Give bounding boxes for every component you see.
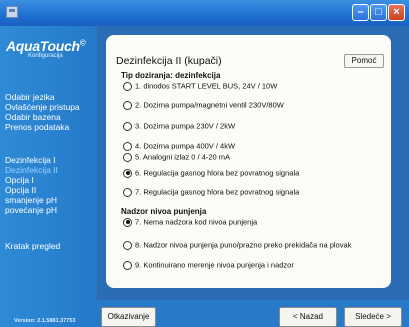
sidebar-item-option-2[interactable]: Opcija II <box>5 185 97 195</box>
radio-option-1[interactable]: 1. dinodos START LEVEL BUS, 24V / 10W <box>123 81 277 92</box>
radio-option-label: 7. Regulacija gasnog hlora bez povratnog… <box>135 187 300 197</box>
radio-option-5[interactable]: 5. Analogni izlaz 0 / 4-20 mA <box>123 152 230 163</box>
sidebar-item-pool[interactable]: Odabir bazena <box>5 112 97 122</box>
back-button[interactable]: < Nazad <box>279 307 337 327</box>
sidebar-item-ph-up[interactable]: povećanje pH <box>5 205 97 215</box>
radio-option-label: 8. Nadzor nivoa punjenja puno/prazno pre… <box>135 240 352 250</box>
radio-option-4[interactable]: 4. Dozirna pumpa 400V / 4kW <box>123 141 235 152</box>
radio-option-label: 9. Kontinuirano merenje nivoa punjenja i… <box>135 260 294 270</box>
sidebar-item-access[interactable]: Ovlašćenje pristupa <box>5 102 97 112</box>
radio-option-label: 4. Dozirna pumpa 400V / 4kW <box>135 141 236 151</box>
radio-option-label: 6. Regulacija gasnog hlora bez povratnog… <box>135 168 300 178</box>
radio-option-label: 7. Nema nadzora kod nivoa punjenja <box>135 217 258 227</box>
radio-button-selected[interactable] <box>123 217 132 227</box>
nav-group-summary: Kratak pregled <box>5 241 97 251</box>
radio-button[interactable] <box>123 240 132 250</box>
radio-button[interactable] <box>123 121 132 131</box>
radio-option-7[interactable]: 7. Regulacija gasnog hlora bez povratnog… <box>123 187 299 198</box>
radio-button[interactable] <box>123 187 132 197</box>
minimize-icon[interactable]: – <box>352 4 369 21</box>
page-title: Dezinfekcija II (kupači) <box>116 55 222 67</box>
sidebar-item-ph-down[interactable]: smanjenje pH <box>5 195 97 205</box>
radio-option-6[interactable]: 6. Regulacija gasnog hlora bez povratnog… <box>123 168 299 179</box>
maximize-icon[interactable]: □ <box>370 4 387 21</box>
section-level-monitoring: Nadzor nivoa punjenja <box>121 207 207 216</box>
app-icon[interactable] <box>6 6 18 18</box>
radio-option-label: 1. dinodos START LEVEL BUS, 24V / 10W <box>135 81 278 91</box>
sidebar-item-disinfection-1[interactable]: Dezinfekcija I <box>5 155 97 165</box>
radio-level-option-8[interactable]: 8. Nadzor nivoa punjenja puno/prazno pre… <box>123 240 351 251</box>
radio-button[interactable] <box>123 152 132 162</box>
nav-group-general: Odabir jezika Ovlašćenje pristupa Odabir… <box>5 92 97 132</box>
next-button[interactable]: Sledeće > <box>344 307 402 327</box>
settings-panel: Dezinfekcija II (kupači) Pomoć Tip dozir… <box>106 35 391 288</box>
radio-option-3[interactable]: 3. Dozirna pumpa 230V / 2kW <box>123 121 235 132</box>
title-bar: – □ × <box>0 0 409 26</box>
sidebar-item-language[interactable]: Odabir jezika <box>5 92 97 102</box>
cancel-button[interactable]: Otkazivanje <box>101 307 156 327</box>
radio-button[interactable] <box>123 100 132 110</box>
radio-button[interactable] <box>123 81 132 91</box>
close-icon[interactable]: × <box>388 4 405 21</box>
version-label: Version: 2.1.5881.37753 <box>14 318 76 324</box>
radio-button[interactable] <box>123 141 132 151</box>
sidebar-item-summary[interactable]: Kratak pregled <box>5 241 97 251</box>
radio-option-label: 3. Dozirna pumpa 230V / 2kW <box>135 121 236 131</box>
sidebar-item-disinfection-2[interactable]: Dezinfekcija II <box>5 165 97 175</box>
radio-button-selected[interactable] <box>123 168 132 178</box>
sidebar-item-data-transfer[interactable]: Prenos podataka <box>5 122 97 132</box>
help-button[interactable]: Pomoć <box>344 54 384 68</box>
radio-option-label: 2. Dozirna pumpa/magnetni ventil 230V/80… <box>135 100 284 110</box>
logo: AquaTouch© Konfiguracija <box>6 38 94 59</box>
radio-level-option-7[interactable]: 7. Nema nadzora kod nivoa punjenja <box>123 217 257 228</box>
nav-group-dosing: Dezinfekcija I Dezinfekcija II Opcija I … <box>5 155 97 215</box>
logo-symbol: © <box>79 38 86 48</box>
sidebar: AquaTouch© Konfiguracija Odabir jezika O… <box>0 26 97 327</box>
radio-level-option-9[interactable]: 9. Kontinuirano merenje nivoa punjenja i… <box>123 260 294 271</box>
sidebar-item-option-1[interactable]: Opcija I <box>5 175 97 185</box>
radio-option-2[interactable]: 2. Dozirna pumpa/magnetni ventil 230V/80… <box>123 100 284 111</box>
radio-option-label: 5. Analogni izlaz 0 / 4-20 mA <box>135 152 231 162</box>
radio-button[interactable] <box>123 260 132 270</box>
section-dosing-type: Tip doziranja: dezinfekcija <box>121 71 221 80</box>
logo-text: AquaTouch <box>6 38 80 54</box>
